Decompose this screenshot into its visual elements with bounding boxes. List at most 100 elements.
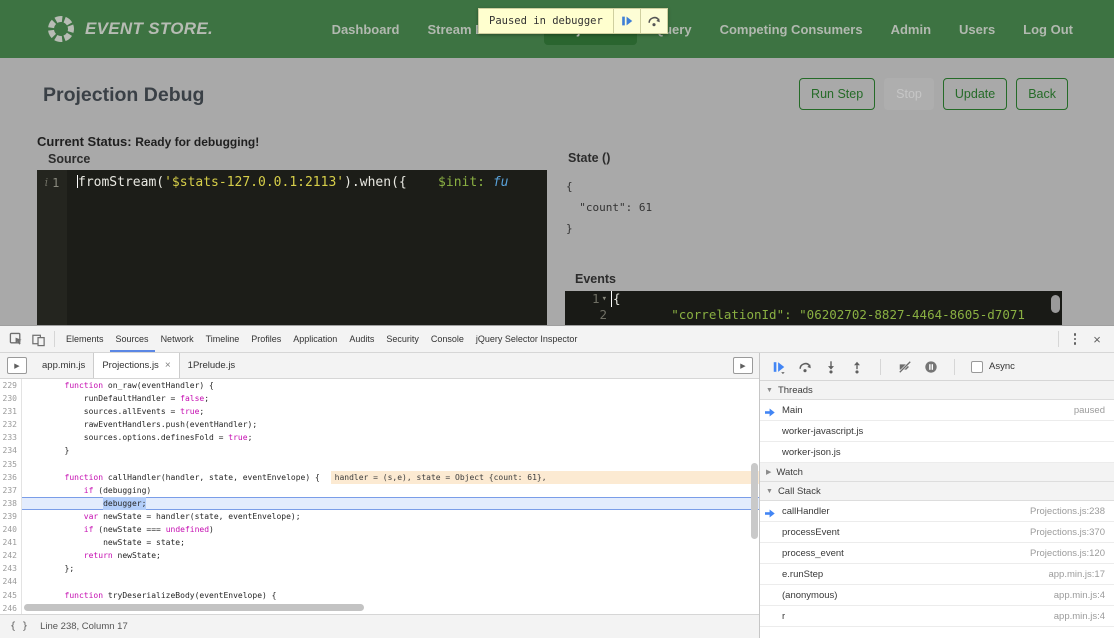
call-stack-row-process-event[interactable]: process_eventProjections.js:120: [760, 543, 1114, 564]
events-editor[interactable]: 1▾{2 "correlationId": "06202702-8827-446…: [565, 291, 1062, 325]
nav-item-admin[interactable]: Admin: [880, 14, 942, 45]
line-number[interactable]: 243: [0, 562, 22, 575]
line-number[interactable]: 245: [0, 589, 22, 602]
deactivate-breakpoints-icon: [898, 360, 912, 374]
source-line-number: 1: [52, 176, 59, 325]
section-header-threads[interactable]: ▼Threads: [760, 381, 1114, 400]
file-tab-projections-js[interactable]: Projections.js×: [93, 353, 179, 378]
call-stack-row-e-runstep[interactable]: e.runStepapp.min.js:17: [760, 564, 1114, 585]
line-number[interactable]: 238: [0, 497, 22, 510]
devtools-body: ▶ app.min.jsProjections.js×1Prelude.js ▶…: [0, 353, 1114, 638]
section-header-watch[interactable]: ▶Watch: [760, 462, 1114, 482]
disclosure-triangle-icon: ▼: [766, 387, 773, 394]
brand[interactable]: EVENT STORE.: [46, 14, 213, 44]
events-code-line: 1▾{: [565, 291, 1062, 307]
call-stack-row-r[interactable]: rapp.min.js:4: [760, 606, 1114, 627]
call-stack-row-processevent[interactable]: processEventProjections.js:370: [760, 522, 1114, 543]
threads-row-worker-javascript-js[interactable]: worker-javascript.js: [760, 421, 1114, 442]
line-number[interactable]: 246: [0, 602, 22, 614]
banner-resume-button[interactable]: [614, 8, 641, 34]
events-scrollbar-thumb[interactable]: [1051, 295, 1060, 313]
nav-item-log-out[interactable]: Log Out: [1012, 14, 1084, 45]
deactivate-breakpoints-button[interactable]: [897, 359, 912, 374]
async-checkbox[interactable]: [971, 361, 983, 373]
code-line-236: 236 function callHandler(handler, state,…: [0, 471, 759, 484]
line-number[interactable]: 229: [0, 379, 22, 392]
pretty-print-icon[interactable]: { }: [10, 621, 28, 632]
step-out-button[interactable]: [849, 359, 864, 374]
devtools-tab-audits[interactable]: Audits: [343, 326, 380, 352]
run-step-button[interactable]: Run Step: [799, 78, 875, 110]
code-line-239: 239 var newState = handler(state, eventE…: [0, 510, 759, 523]
resume-icon: [772, 360, 786, 374]
resume-icon: [620, 14, 634, 28]
disclosure-triangle-icon: ▶: [766, 468, 771, 476]
code-line-240: 240 if (newState === undefined): [0, 523, 759, 536]
update-button[interactable]: Update: [943, 78, 1007, 110]
step-over-button[interactable]: [797, 359, 812, 374]
nav-item-dashboard[interactable]: Dashboard: [321, 14, 411, 45]
devtools-tab-profiles[interactable]: Profiles: [245, 326, 287, 352]
devtools-tab-security[interactable]: Security: [380, 326, 425, 352]
devtools-tab-network[interactable]: Network: [155, 326, 200, 352]
resume-script-button[interactable]: [771, 359, 786, 374]
threads-row-main[interactable]: Mainpaused: [760, 400, 1114, 421]
code-editor[interactable]: 229 function on_raw(eventHandler) {230 r…: [0, 379, 759, 614]
disclosure-triangle-icon: ▼: [766, 488, 773, 495]
events-line-number[interactable]: 2: [565, 307, 611, 323]
line-number[interactable]: 233: [0, 431, 22, 444]
debugger-sections: ▼ThreadsMainpausedworker-javascript.jswo…: [760, 381, 1114, 638]
close-tab-icon[interactable]: ×: [165, 360, 171, 371]
banner-step-over-button[interactable]: [641, 8, 668, 34]
line-number[interactable]: 244: [0, 575, 22, 588]
nav-item-users[interactable]: Users: [948, 14, 1006, 45]
devtools-tab-sources[interactable]: Sources: [110, 326, 155, 352]
devtools-tab-elements[interactable]: Elements: [60, 326, 110, 352]
line-number[interactable]: 232: [0, 418, 22, 431]
threads-row-worker-json-js[interactable]: worker-json.js: [760, 442, 1114, 463]
line-number[interactable]: 230: [0, 392, 22, 405]
stack-row-partial: [760, 627, 1114, 635]
navigator-toggle-button[interactable]: ▶: [7, 357, 27, 374]
devtools-menu-button[interactable]: [1064, 328, 1086, 350]
page-title: Projection Debug: [43, 84, 204, 107]
line-number[interactable]: 235: [0, 458, 22, 471]
line-number[interactable]: 236: [0, 471, 22, 484]
stop-button[interactable]: Stop: [884, 78, 934, 110]
file-tab-1prelude-js[interactable]: 1Prelude.js: [180, 353, 244, 378]
events-line-number[interactable]: 1▾: [565, 291, 611, 307]
vertical-scrollbar-thumb[interactable]: [751, 463, 758, 539]
devtools-tab-console[interactable]: Console: [425, 326, 470, 352]
code-line-244: 244: [0, 575, 759, 588]
section-header-call-stack[interactable]: ▼Call Stack: [760, 481, 1114, 501]
devtools-close-button[interactable]: ×: [1086, 328, 1108, 350]
fold-caret-icon[interactable]: ▾: [602, 291, 607, 307]
call-stack-row-anonymous[interactable]: (anonymous)app.min.js:4: [760, 585, 1114, 606]
source-editor[interactable]: i 1 fromStream('$stats-127.0.0.1:2113').…: [37, 170, 547, 325]
devtools-tab-jquery-selector-inspector[interactable]: jQuery Selector Inspector: [470, 326, 584, 352]
line-number[interactable]: 242: [0, 549, 22, 562]
devtools-tab-application[interactable]: Application: [287, 326, 343, 352]
line-number[interactable]: 237: [0, 484, 22, 497]
call-stack-row-callhandler[interactable]: callHandlerProjections.js:238: [760, 501, 1114, 522]
back-button[interactable]: Back: [1016, 78, 1068, 110]
device-toolbar-button[interactable]: [27, 328, 49, 350]
file-tab-app-min-js[interactable]: app.min.js: [34, 353, 93, 378]
async-label: Async: [989, 361, 1015, 372]
horizontal-scrollbar-thumb[interactable]: [24, 604, 364, 611]
state-heading: State (): [568, 151, 610, 165]
devtools-tab-timeline[interactable]: Timeline: [200, 326, 246, 352]
line-number[interactable]: 234: [0, 444, 22, 457]
tab-overflow-button[interactable]: ▶: [733, 357, 753, 374]
step-into-button[interactable]: [823, 359, 838, 374]
line-number[interactable]: 231: [0, 405, 22, 418]
nav-item-competing-consumers[interactable]: Competing Consumers: [709, 14, 874, 45]
line-number[interactable]: 240: [0, 523, 22, 536]
step-over-icon: [647, 14, 661, 28]
line-number[interactable]: 241: [0, 536, 22, 549]
code-line-230: 230 runDefaultHandler = false;: [0, 392, 759, 405]
pause-on-exceptions-button[interactable]: [923, 359, 938, 374]
line-number[interactable]: 239: [0, 510, 22, 523]
debugger-sidebar: Async ▼ThreadsMainpausedworker-javascrip…: [760, 353, 1114, 638]
inspect-element-button[interactable]: [5, 328, 27, 350]
